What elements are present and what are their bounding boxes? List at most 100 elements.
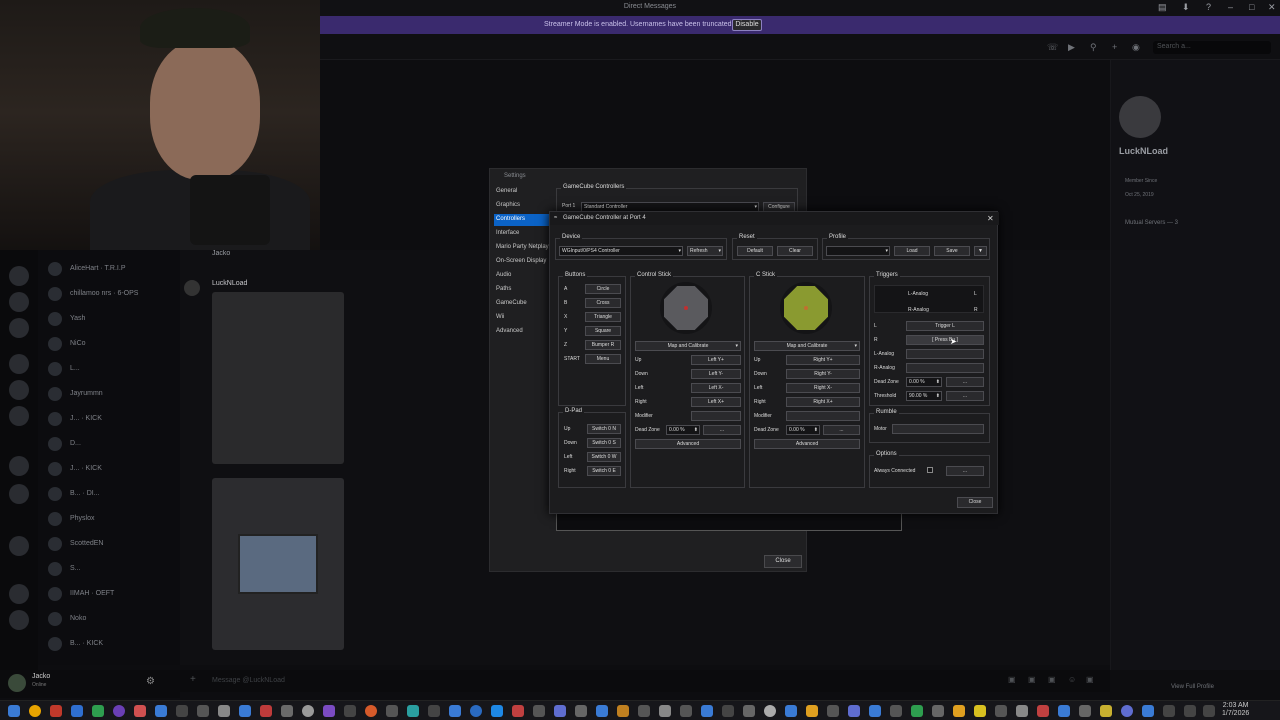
app-icon[interactable] xyxy=(575,705,587,717)
app-icon[interactable] xyxy=(1016,705,1028,717)
settings-nav-gamecube[interactable]: GameCube xyxy=(494,298,550,310)
settings-nav-osd[interactable]: On-Screen Display xyxy=(494,256,550,268)
pin-icon[interactable]: ⚲ xyxy=(1090,42,1097,53)
settings-nav-general[interactable]: General xyxy=(494,186,550,198)
server-icon[interactable] xyxy=(9,266,29,286)
attachment-image[interactable] xyxy=(212,292,344,464)
dpad-up-mapping[interactable]: Switch 0 N xyxy=(587,424,621,434)
app-icon[interactable] xyxy=(995,705,1007,717)
settings-nav-audio[interactable]: Audio xyxy=(494,270,550,282)
cs-dead-zone-more-button[interactable]: ... xyxy=(703,425,741,435)
add-friend-icon[interactable]: + xyxy=(1112,42,1117,52)
start-icon[interactable] xyxy=(8,705,20,717)
app-icon[interactable] xyxy=(197,705,209,717)
cs-dead-zone-input[interactable]: 0.00 % ⬍ xyxy=(666,425,700,435)
app-icon[interactable] xyxy=(932,705,944,717)
dpad-down-mapping[interactable]: Switch 0 S xyxy=(587,438,621,448)
app-icon[interactable] xyxy=(302,705,314,717)
cs-advanced-button[interactable]: Advanced xyxy=(635,439,741,449)
c-up-mapping[interactable]: Right Y+ xyxy=(786,355,860,365)
app-icon[interactable] xyxy=(407,705,419,717)
server-icon[interactable] xyxy=(9,318,29,338)
attachment-image[interactable] xyxy=(212,478,344,650)
settings-nav-interface[interactable]: Interface xyxy=(494,228,550,240)
app-icon[interactable] xyxy=(1142,705,1154,717)
cs-down-mapping[interactable]: Left Y- xyxy=(691,369,741,379)
app-icon[interactable] xyxy=(533,705,545,717)
clear-button[interactable]: Clear xyxy=(777,246,813,256)
app-icon[interactable] xyxy=(764,705,776,717)
settings-nav-netplay[interactable]: Mario Party Netplay xyxy=(494,242,550,254)
view-full-profile-link[interactable]: View Full Profile xyxy=(1171,684,1214,690)
c-down-mapping[interactable]: Right Y- xyxy=(786,369,860,379)
app-icon[interactable] xyxy=(1037,705,1049,717)
app-icon[interactable] xyxy=(71,705,83,717)
mutual-servers[interactable]: Mutual Servers — 3 xyxy=(1125,220,1178,226)
app-icon[interactable] xyxy=(890,705,902,717)
add-attachment-icon[interactable]: + xyxy=(190,674,196,685)
trigger-l-analog-mapping[interactable] xyxy=(906,349,984,359)
server-icon[interactable] xyxy=(9,380,29,400)
settings-nav-advanced[interactable]: Advanced xyxy=(494,326,550,338)
call-icon[interactable]: ☏ xyxy=(1047,42,1058,53)
server-icon[interactable] xyxy=(9,456,29,476)
video-icon[interactable]: ▶ xyxy=(1068,42,1075,53)
cs-left-mapping[interactable]: Left X- xyxy=(691,383,741,393)
app-icon[interactable] xyxy=(680,705,692,717)
app-icon[interactable] xyxy=(512,705,524,717)
wifi-icon[interactable] xyxy=(1184,705,1196,717)
app-icon[interactable] xyxy=(596,705,608,717)
settings-nav-wii[interactable]: Wii xyxy=(494,312,550,324)
maximize-icon[interactable]: □ xyxy=(1249,2,1254,12)
app-icon[interactable] xyxy=(281,705,293,717)
app-icon[interactable] xyxy=(260,705,272,717)
app-icon[interactable] xyxy=(113,705,125,717)
c-right-mapping[interactable]: Right X+ xyxy=(786,397,860,407)
c-dead-zone-more-button[interactable]: ... xyxy=(823,425,860,435)
c-left-mapping[interactable]: Right X- xyxy=(786,383,860,393)
profile-icon[interactable]: ◉ xyxy=(1132,42,1140,53)
disable-button[interactable]: Disable xyxy=(732,19,762,31)
trigger-r-mapping[interactable]: [ Press Bu ] xyxy=(906,335,984,345)
app-icon[interactable] xyxy=(1100,705,1112,717)
app-icon[interactable] xyxy=(155,705,167,717)
app-icon[interactable] xyxy=(953,705,965,717)
app-icon[interactable] xyxy=(617,705,629,717)
cs-modifier-mapping[interactable] xyxy=(691,411,741,421)
settings-nav-paths[interactable]: Paths xyxy=(494,284,550,296)
gift-icon[interactable]: ▣ xyxy=(1008,675,1016,684)
profile-select[interactable]: ▾ xyxy=(826,246,890,256)
minimize-icon[interactable]: – xyxy=(1228,2,1233,12)
chrome-icon[interactable] xyxy=(29,705,41,717)
volume-icon[interactable] xyxy=(1203,705,1215,717)
server-icon[interactable] xyxy=(9,406,29,426)
c-stick-map-calibrate[interactable]: Map and Calibrate ▾ xyxy=(754,341,860,351)
c-modifier-mapping[interactable] xyxy=(786,411,860,421)
trigger-r-analog-mapping[interactable] xyxy=(906,363,984,373)
dialog-close-button[interactable]: Close xyxy=(957,497,993,508)
app-icon[interactable] xyxy=(1079,705,1091,717)
app-icon[interactable] xyxy=(785,705,797,717)
app-icon[interactable] xyxy=(365,705,377,717)
trigger-dead-zone-more-button[interactable]: ... xyxy=(946,377,984,387)
profile-menu-button[interactable]: ▼ xyxy=(974,246,987,256)
apps-icon[interactable]: ▣ xyxy=(1086,675,1094,684)
close-icon[interactable]: ✕ xyxy=(987,214,994,223)
c-advanced-button[interactable]: Advanced xyxy=(754,439,860,449)
dpad-right-mapping[interactable]: Switch 0 E xyxy=(587,466,621,476)
refresh-button[interactable]: Refresh ▾ xyxy=(687,246,723,256)
button-x-mapping[interactable]: Triangle xyxy=(585,312,621,322)
app-icon[interactable] xyxy=(428,705,440,717)
gif-icon[interactable]: ▣ xyxy=(1028,675,1036,684)
app-icon[interactable] xyxy=(176,705,188,717)
threshold-input[interactable]: 90.00 % ⬍ xyxy=(906,391,942,401)
options-more-button[interactable]: ... xyxy=(946,466,984,476)
app-icon[interactable] xyxy=(911,705,923,717)
trigger-dead-zone-input[interactable]: 0.00 % ⬍ xyxy=(906,377,942,387)
app-icon[interactable] xyxy=(386,705,398,717)
tray-icon[interactable] xyxy=(1163,705,1175,717)
button-b-mapping[interactable]: Cross xyxy=(585,298,621,308)
settings-nav-graphics[interactable]: Graphics xyxy=(494,200,550,212)
button-z-mapping[interactable]: Bumper R xyxy=(585,340,621,350)
always-connected-checkbox[interactable] xyxy=(927,467,933,473)
